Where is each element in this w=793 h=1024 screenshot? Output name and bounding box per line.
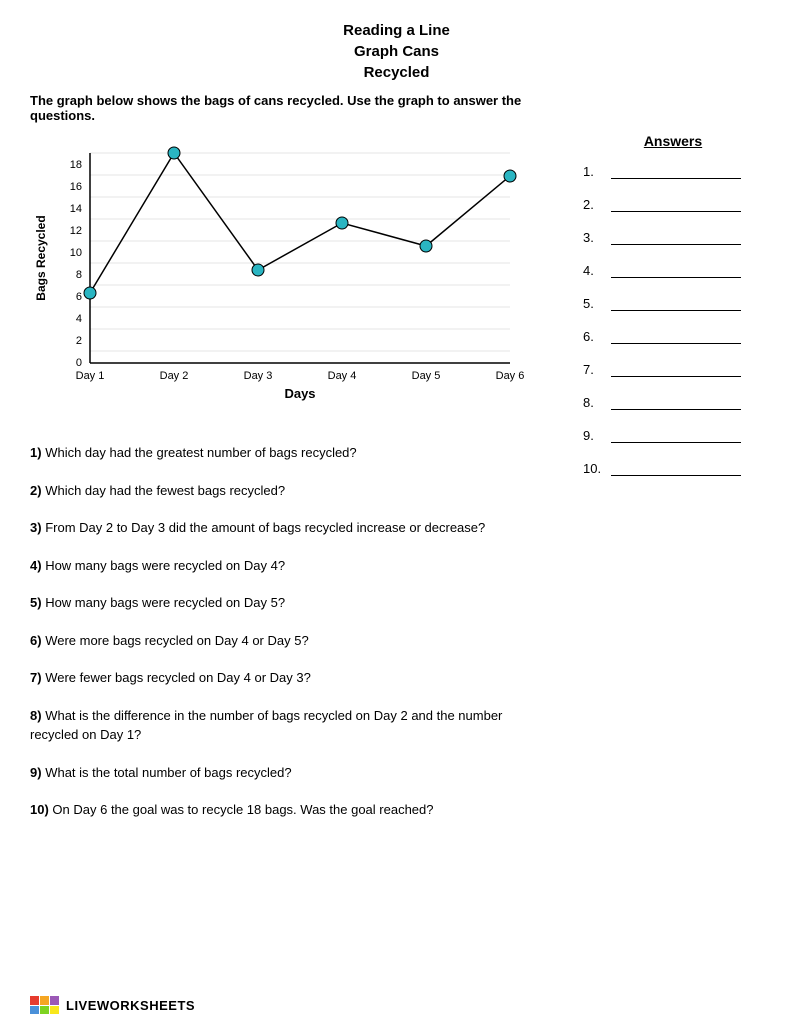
answer-6: 6.: [583, 329, 763, 344]
q10-num: 10): [30, 802, 52, 817]
left-section: 0 2 4 6 8 10 12 14 16 18 Day 1 Day 2 Day…: [30, 133, 553, 838]
answer-3: 3.: [583, 230, 763, 245]
q6-text: Were more bags recycled on Day 4 or Day …: [45, 633, 309, 648]
title-section: Reading a Line Graph Cans Recycled: [30, 20, 763, 83]
svg-text:6: 6: [76, 291, 82, 303]
answer-num-3: 3.: [583, 230, 611, 245]
title-line3: Recycled: [364, 64, 430, 81]
svg-text:Day 1: Day 1: [76, 370, 105, 382]
answer-line-3: [611, 231, 741, 245]
svg-text:16: 16: [70, 181, 82, 193]
q8-text: What is the difference in the number of …: [30, 708, 502, 743]
answer-num-1: 1.: [583, 164, 611, 179]
svg-text:2: 2: [76, 335, 82, 347]
data-point-day5: [420, 240, 432, 252]
q5-text: How many bags were recycled on Day 5?: [45, 595, 285, 610]
q9-text: What is the total number of bags recycle…: [45, 765, 291, 780]
answer-7: 7.: [583, 362, 763, 377]
answer-num-2: 2.: [583, 197, 611, 212]
answer-8: 8.: [583, 395, 763, 410]
answer-10: 10.: [583, 461, 763, 476]
q2-num: 2): [30, 483, 45, 498]
answer-line-2: [611, 198, 741, 212]
answer-num-6: 6.: [583, 329, 611, 344]
question-3: 3) From Day 2 to Day 3 did the amount of…: [30, 518, 553, 538]
svg-text:Days: Days: [284, 386, 315, 401]
answer-5: 5.: [583, 296, 763, 311]
footer-text: LIVEWORKSHEETS: [66, 998, 195, 1013]
answer-line-4: [611, 264, 741, 278]
q1-text: Which day had the greatest number of bag…: [45, 445, 356, 460]
answer-4: 4.: [583, 263, 763, 278]
answer-line-6: [611, 330, 741, 344]
answer-line-9: [611, 429, 741, 443]
answer-9: 9.: [583, 428, 763, 443]
answer-line-1: [611, 165, 741, 179]
answer-2: 2.: [583, 197, 763, 212]
svg-text:8: 8: [76, 269, 82, 281]
q4-num: 4): [30, 558, 45, 573]
answer-num-8: 8.: [583, 395, 611, 410]
title-line1: Reading a Line: [343, 22, 450, 39]
question-8: 8) What is the difference in the number …: [30, 706, 553, 745]
q7-text: Were fewer bags recycled on Day 4 or Day…: [45, 670, 311, 685]
q3-text: From Day 2 to Day 3 did the amount of ba…: [45, 520, 485, 535]
svg-text:Day 2: Day 2: [160, 370, 189, 382]
footer: LIVEWORKSHEETS: [30, 996, 195, 1014]
answers-title: Answers: [583, 133, 763, 149]
data-point-day2: [168, 147, 180, 159]
data-point-day1: [84, 287, 96, 299]
svg-text:Day 5: Day 5: [412, 370, 441, 382]
answer-num-5: 5.: [583, 296, 611, 311]
answer-line-7: [611, 363, 741, 377]
question-9: 9) What is the total number of bags recy…: [30, 763, 553, 783]
svg-text:0: 0: [76, 357, 82, 369]
question-10: 10) On Day 6 the goal was to recycle 18 …: [30, 800, 553, 820]
liveworksheets-logo: [30, 996, 60, 1014]
intro-text: The graph below shows the bags of cans r…: [30, 93, 570, 123]
svg-text:4: 4: [76, 313, 82, 325]
question-5: 5) How many bags were recycled on Day 5?: [30, 593, 553, 613]
answer-1: 1.: [583, 164, 763, 179]
title-line2: Graph Cans: [354, 43, 439, 60]
q1-num: 1): [30, 445, 45, 460]
line-chart: 0 2 4 6 8 10 12 14 16 18 Day 1 Day 2 Day…: [30, 143, 530, 423]
answer-line-10: [611, 462, 741, 476]
svg-text:Day 3: Day 3: [244, 370, 273, 382]
q4-text: How many bags were recycled on Day 4?: [45, 558, 285, 573]
data-point-day4: [336, 217, 348, 229]
q6-num: 6): [30, 633, 45, 648]
answer-num-9: 9.: [583, 428, 611, 443]
answer-line-5: [611, 297, 741, 311]
data-point-day6: [504, 170, 516, 182]
q5-num: 5): [30, 595, 45, 610]
svg-text:Day 6: Day 6: [496, 370, 525, 382]
questions-section: 1) Which day had the greatest number of …: [30, 443, 553, 820]
question-6: 6) Were more bags recycled on Day 4 or D…: [30, 631, 553, 651]
svg-text:10: 10: [70, 247, 82, 259]
answer-line-8: [611, 396, 741, 410]
q10-text: On Day 6 the goal was to recycle 18 bags…: [52, 802, 433, 817]
answer-num-4: 4.: [583, 263, 611, 278]
data-point-day3: [252, 264, 264, 276]
question-1: 1) Which day had the greatest number of …: [30, 443, 553, 463]
q2-text: Which day had the fewest bags recycled?: [45, 483, 285, 498]
answer-num-7: 7.: [583, 362, 611, 377]
svg-text:14: 14: [70, 203, 82, 215]
svg-text:Bags Recycled: Bags Recycled: [34, 215, 48, 300]
question-2: 2) Which day had the fewest bags recycle…: [30, 481, 553, 501]
q7-num: 7): [30, 670, 45, 685]
svg-text:12: 12: [70, 225, 82, 237]
q8-num: 8): [30, 708, 45, 723]
question-4: 4) How many bags were recycled on Day 4?: [30, 556, 553, 576]
svg-text:Day 4: Day 4: [328, 370, 357, 382]
answers-section: Answers 1. 2. 3. 4. 5. 6. 7.: [563, 133, 763, 838]
chart-container: 0 2 4 6 8 10 12 14 16 18 Day 1 Day 2 Day…: [30, 143, 553, 423]
q9-num: 9): [30, 765, 45, 780]
answer-num-10: 10.: [583, 461, 611, 476]
svg-text:18: 18: [70, 159, 82, 171]
q3-num: 3): [30, 520, 45, 535]
question-7: 7) Were fewer bags recycled on Day 4 or …: [30, 668, 553, 688]
